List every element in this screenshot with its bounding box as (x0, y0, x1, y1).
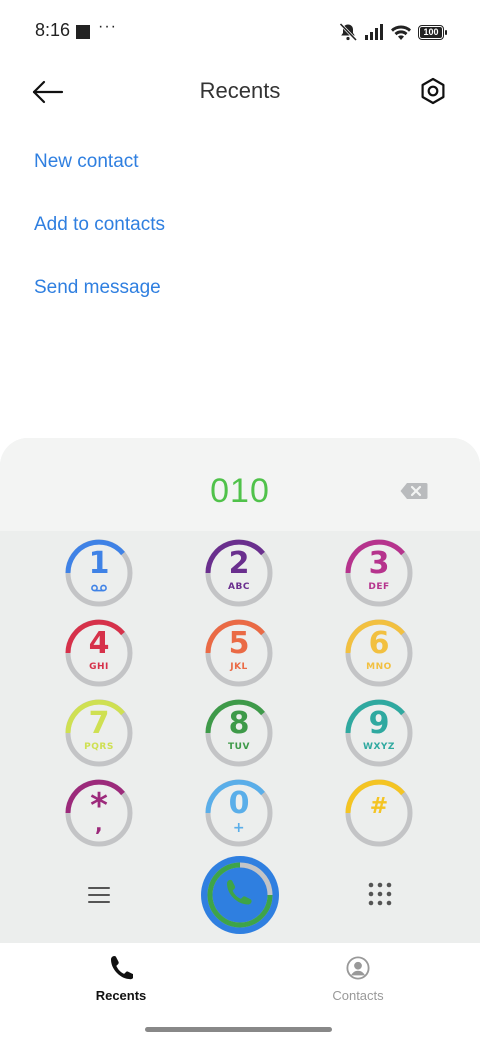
status-time: 8:16 (35, 20, 71, 40)
wifi-icon (391, 25, 411, 40)
key-6[interactable]: 6 MNO (344, 618, 414, 688)
home-indicator (145, 1027, 332, 1032)
key-0[interactable]: 0 + (204, 778, 274, 848)
hexagon-settings-icon (421, 77, 445, 105)
key-star[interactable]: *, (64, 778, 134, 848)
key-8[interactable]: 8 TUV (204, 698, 274, 768)
cellular-signal-icon (365, 24, 383, 40)
key-2[interactable]: 2 ABC (204, 538, 274, 608)
key-letters: PQRS (84, 742, 114, 752)
key-letters: MNO (366, 662, 392, 672)
dialer-screen: 8:16 ··· 100 Recents New contact Add to … (0, 0, 480, 1039)
key-9[interactable]: 9 WXYZ (344, 698, 414, 768)
keypad-toggle-button[interactable] (367, 881, 393, 907)
key-digit: 6 (368, 626, 390, 661)
key-hash[interactable]: # (344, 778, 414, 848)
key-digit: 8 (228, 706, 250, 741)
key-3[interactable]: 3 DEF (344, 538, 414, 608)
key-1[interactable]: 1 (64, 538, 134, 608)
page-title: Recents (199, 78, 281, 103)
battery-level: 100 (423, 27, 439, 37)
keypad-grid-icon (368, 882, 392, 906)
key-digit: 9 (368, 706, 390, 741)
notification-square-icon (76, 25, 90, 39)
phone-icon (111, 956, 133, 980)
key-digit: 7 (88, 706, 110, 741)
call-button-graphic (201, 856, 279, 934)
battery-icon: 100 (418, 24, 447, 40)
call-button[interactable] (200, 855, 280, 935)
status-bar: 8:16 ··· 100 (0, 0, 480, 64)
delete-button[interactable] (400, 482, 428, 500)
new-contact-link[interactable]: New contact (34, 151, 139, 173)
key-4[interactable]: 4 GHI (64, 618, 134, 688)
contact-person-icon (346, 956, 370, 980)
send-message-link[interactable]: Send message (34, 277, 161, 299)
key-letters: DEF (368, 582, 390, 592)
key-digit: # (369, 794, 389, 819)
add-to-contacts-link[interactable]: Add to contacts (34, 214, 165, 236)
key-digit: 4 (88, 626, 110, 661)
backspace-icon (400, 483, 428, 499)
key-letters: WXYZ (363, 742, 395, 752)
key-digit: 3 (368, 546, 390, 581)
tab-contacts-label: Contacts (332, 988, 384, 1003)
hamburger-menu-icon (88, 887, 110, 903)
key-letters: GHI (89, 662, 109, 672)
app-header: Recents (0, 64, 480, 120)
tab-recents[interactable]: Recents (61, 955, 181, 1011)
key-letters: TUV (228, 742, 250, 752)
bottom-navigation: Recents Contacts (0, 943, 480, 1039)
more-notifications-indicator: ··· (98, 18, 117, 35)
tab-contacts[interactable]: Contacts (298, 955, 418, 1011)
key-digit: 0 (228, 786, 250, 821)
menu-button[interactable] (86, 884, 112, 906)
settings-button[interactable] (418, 76, 448, 106)
dial-pad-panel: 010 1 2 ABC 3 DEF 4 GHI 5 JKL 6 MNO 7 PQRS 8 TUV 9 WXYZ *… (0, 438, 480, 943)
key-letters: , (94, 812, 104, 836)
key-7[interactable]: 7 PQRS (64, 698, 134, 768)
key-5[interactable]: 5 JKL (204, 618, 274, 688)
key-digit: 5 (228, 626, 250, 661)
key-letters: ABC (228, 582, 250, 592)
muted-bell-icon (339, 22, 358, 42)
key-letters: JKL (230, 662, 248, 672)
key-digit: 2 (228, 546, 250, 581)
key-letters: + (232, 820, 246, 836)
status-icons: 100 (338, 20, 447, 44)
key-digit: 1 (88, 546, 110, 581)
tab-recents-label: Recents (95, 988, 147, 1003)
number-display-row: 010 (0, 438, 480, 531)
voicemail-icon (91, 584, 107, 592)
